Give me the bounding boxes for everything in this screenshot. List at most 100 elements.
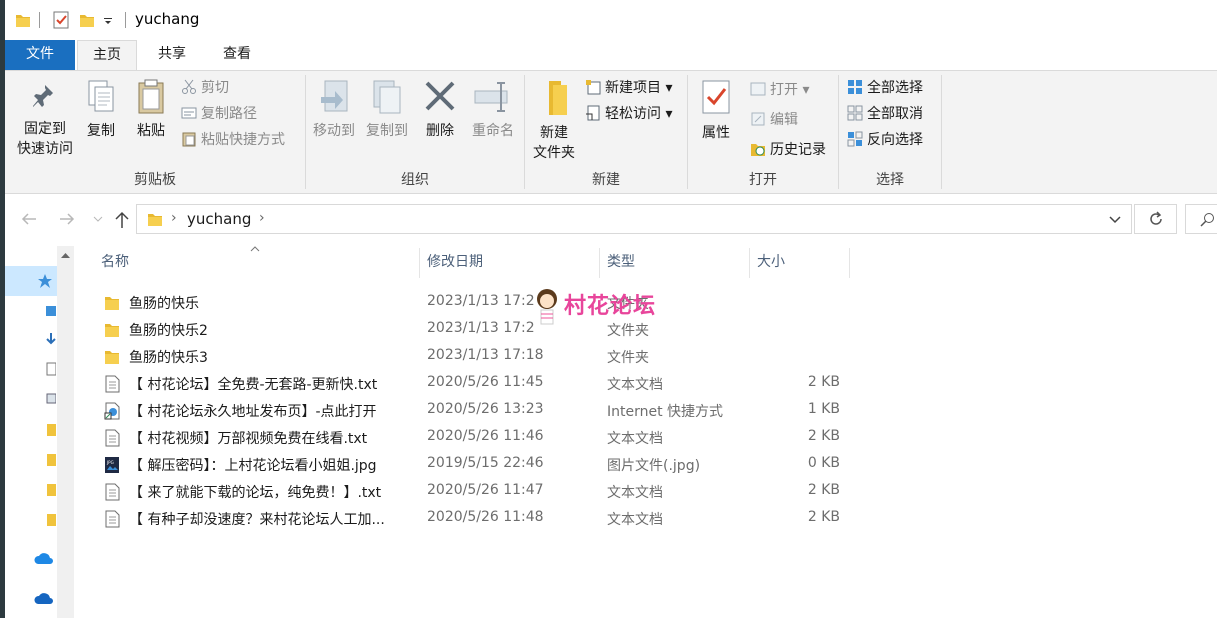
file-date: 2020/5/26 11:45 [427, 374, 544, 390]
rename-button[interactable]: 重命名 [466, 79, 520, 141]
refresh-button[interactable] [1134, 204, 1177, 234]
file-size: 2 KB [807, 428, 840, 444]
address-bar[interactable]: › yuchang › [136, 204, 1132, 234]
search-input[interactable] [1185, 204, 1217, 234]
new-item-button[interactable]: 新建项目 ▾ [585, 77, 672, 99]
edit-button[interactable]: 编辑 [750, 109, 798, 131]
folder-icon [105, 297, 119, 310]
copy-to-icon [373, 80, 401, 114]
column-header-name[interactable]: 名称 [101, 246, 129, 278]
up-icon[interactable] [115, 211, 129, 229]
file-type: 文本文档 [607, 431, 663, 447]
new-item-icon [586, 80, 601, 95]
forward-icon[interactable] [59, 212, 75, 226]
properties-button[interactable]: 属性 [694, 79, 738, 143]
tab-share[interactable]: 共享 [141, 40, 203, 70]
paste-shortcut-button[interactable]: 粘贴快捷方式 [181, 129, 285, 151]
file-name: 【 来了就能下载的论坛，纯免费！】.txt [129, 485, 382, 501]
properties-quick-icon[interactable] [53, 11, 69, 29]
folder-icon [16, 15, 30, 27]
file-name: 【 村花论坛】全免费-无套路-更新快.txt [129, 377, 378, 393]
column-header-size[interactable]: 大小 [757, 246, 785, 278]
file-type: 图片文件(.jpg) [607, 458, 701, 474]
new-folder-quick-icon[interactable] [79, 12, 95, 28]
svg-text:JPG: JPG [106, 460, 114, 465]
internet-shortcut-icon [104, 402, 120, 420]
onedrive-icon[interactable] [34, 552, 54, 566]
scroll-up-icon[interactable] [61, 252, 70, 258]
move-to-icon [321, 80, 348, 112]
nav-item-quick-access[interactable] [5, 266, 57, 296]
jpg-file-icon: JPG [105, 457, 119, 473]
paste-button[interactable]: 粘贴 [129, 79, 173, 141]
address-dropdown-icon[interactable] [1109, 216, 1121, 224]
breadcrumb-chevron-icon[interactable]: › [259, 210, 265, 226]
nav-folder-icon[interactable] [46, 452, 56, 468]
nav-folder-icon[interactable] [46, 422, 56, 438]
copy-path-icon [181, 107, 197, 119]
recent-locations-icon[interactable] [93, 216, 103, 222]
file-date: 2023/1/13 17:2 [427, 320, 535, 336]
delete-button[interactable]: 删除 [420, 79, 460, 141]
easy-access-button[interactable]: 轻松访问 ▾ [585, 103, 672, 125]
organize-group: 移动到 复制到 删除 重命名 组织 [306, 71, 524, 193]
select-all-button[interactable]: 全部选择 [847, 77, 923, 99]
cut-button[interactable]: 剪切 [181, 77, 229, 99]
nav-item-documents-icon[interactable] [46, 362, 56, 376]
select-none-button[interactable]: 全部取消 [847, 103, 923, 125]
file-row[interactable]: 【 村花论坛】全免费-无套路-更新快.txt 2020/5/26 11:45 文本文… [74, 370, 1217, 397]
tab-view[interactable]: 查看 [206, 40, 268, 70]
nav-item-pictures-icon[interactable] [46, 392, 56, 406]
nav-item-downloads-icon[interactable] [46, 332, 56, 346]
folder-icon [105, 324, 119, 337]
new-folder-button[interactable]: 新建 文件夹 [529, 79, 579, 163]
copy-button[interactable]: 复制 [81, 79, 121, 141]
back-icon[interactable] [21, 212, 37, 226]
breadcrumb-item[interactable]: yuchang [187, 210, 251, 228]
copy-path-button[interactable]: 复制路径 [181, 103, 257, 125]
open-button[interactable]: 打开 ▾ [750, 79, 809, 101]
column-header-date[interactable]: 修改日期 [427, 246, 483, 278]
file-date: 2023/1/13 17:2 [427, 293, 535, 309]
file-size: 2 KB [807, 482, 840, 498]
star-icon [38, 274, 52, 288]
copy-to-button[interactable]: 复制到 [362, 79, 412, 141]
move-to-button[interactable]: 移动到 [310, 79, 358, 141]
select-group-label: 选择 [876, 172, 904, 188]
tab-home[interactable]: 主页 [77, 40, 137, 71]
file-type: 文本文档 [607, 485, 663, 501]
rename-icon [474, 82, 508, 112]
file-row[interactable]: 【 有种子却没速度？来村花论坛人工加... 2020/5/26 11:48 文本文档… [74, 505, 1217, 532]
pin-quick-access-button[interactable]: 固定到 快速访问 [9, 83, 81, 159]
file-row[interactable]: 鱼肠的快乐3 2023/1/13 17:18 文件夹 [74, 343, 1217, 370]
tab-file[interactable]: 文件 [5, 40, 75, 70]
column-header-type[interactable]: 类型 [607, 246, 635, 278]
file-row[interactable]: JPG 【 解压密码】：上村花论坛看小姐姐.jpg 2019/5/15 22:46 图… [74, 451, 1217, 478]
file-row[interactable]: 【 村花视频】万部视频免费在线看.txt 2020/5/26 11:46 文本文档 2… [74, 424, 1217, 451]
breadcrumb-chevron-icon[interactable]: › [171, 210, 177, 226]
properties-icon [702, 80, 730, 114]
onedrive-icon[interactable] [34, 592, 54, 606]
file-type: 文本文档 [607, 377, 663, 393]
sort-ascending-icon [250, 246, 260, 252]
nav-scrollbar[interactable] [57, 246, 74, 618]
file-row[interactable]: 【 村花论坛永久地址发布页】-点此打开 2020/5/26 13:23 Intern… [74, 397, 1217, 424]
quick-access-dropdown-icon[interactable] [103, 17, 113, 25]
file-date: 2023/1/13 17:18 [427, 347, 544, 363]
new-group-label: 新建 [592, 172, 620, 188]
file-type: 文本文档 [607, 512, 663, 528]
search-icon [1200, 213, 1214, 227]
organize-group-label: 组织 [401, 172, 429, 188]
file-date: 2020/5/26 11:46 [427, 428, 544, 444]
invert-selection-icon [847, 131, 863, 147]
history-button[interactable]: 历史记录 [750, 139, 826, 161]
nav-folder-icon[interactable] [46, 512, 56, 528]
paste-icon [138, 79, 164, 114]
ribbon-tabs: 文件 主页 共享 查看 [5, 40, 1217, 71]
nav-item-desktop-icon[interactable] [46, 304, 56, 318]
invert-selection-button[interactable]: 反向选择 [847, 129, 923, 151]
text-file-icon [105, 510, 120, 528]
edit-icon [751, 112, 765, 126]
nav-folder-icon[interactable] [46, 482, 56, 498]
file-row[interactable]: 【 来了就能下载的论坛，纯免费！】.txt 2020/5/26 11:47 文本文档… [74, 478, 1217, 505]
